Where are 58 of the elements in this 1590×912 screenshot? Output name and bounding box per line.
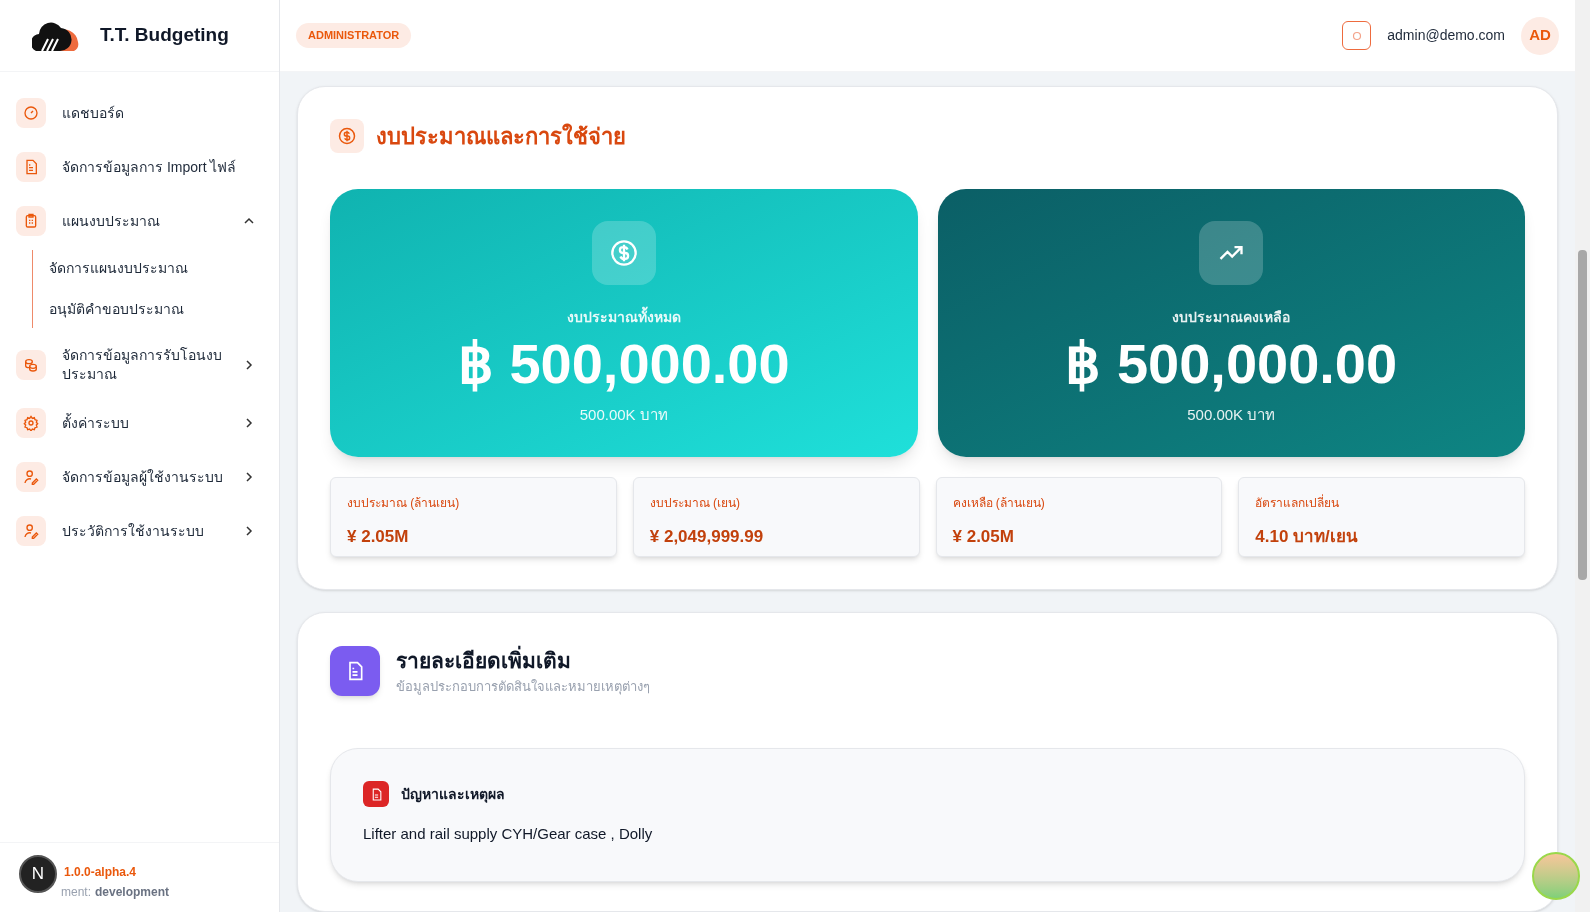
sidebar-label: ประวัติการใช้งานระบบ (62, 521, 205, 541)
section-title: รายละเอียดเพิ่มเติม (396, 645, 650, 677)
environment-label: ment: (61, 884, 91, 901)
app-name: T.T. Budgeting (100, 23, 229, 48)
document-icon (16, 152, 46, 182)
coins-icon (16, 350, 46, 380)
settings-icon (16, 408, 46, 438)
card-subamount: 500.00K บาท (579, 405, 668, 425)
sidebar-item[interactable]: แดชบอร์ด (16, 92, 263, 134)
document-icon (330, 645, 380, 696)
dollar-icon (591, 221, 656, 285)
sidebar-label: ตั้งค่าระบบ (62, 413, 130, 433)
scrollbar[interactable] (1575, 0, 1590, 912)
trend-up-icon (1199, 221, 1264, 285)
notification-button[interactable] (1342, 21, 1372, 50)
gauge-icon (16, 98, 46, 128)
card-subamount: 500.00K บาท (1187, 405, 1276, 425)
user-edit-icon (16, 516, 46, 546)
stat-value: ¥ 2,049,999.99 (649, 526, 765, 548)
sidebar-label: แผนงบประมาณ (62, 211, 161, 231)
sidebar-label: จัดการข้อมูลผู้ใช้งานระบบ (62, 467, 224, 487)
user-email: admin@demo.com (1387, 26, 1505, 45)
card-amount: ฿ 500,000.00 (457, 332, 790, 396)
submenu-item[interactable]: จัดการแผนงบประมาณ (49, 258, 263, 279)
card-label: งบประมาณคงเหลือ (1172, 308, 1291, 327)
scrollbar-thumb[interactable] (1578, 250, 1587, 580)
role-badge: ADMINISTRATOR (296, 23, 412, 48)
environment-value: development (95, 884, 170, 901)
sidebar-label: จัดการข้อมูลการ Import ไฟล์ (62, 157, 238, 177)
stat-label: งบประมาณ (เยน) (649, 495, 742, 512)
dot-icon (1351, 30, 1362, 41)
sidebar-item[interactable]: ตั้งค่าระบบ (16, 402, 263, 444)
dollar-icon (330, 119, 364, 153)
submenu-item[interactable]: อนุมัติคำขอบประมาณ (49, 299, 263, 320)
version-value: 1.0.0-alpha.4 (64, 864, 137, 881)
sidebar-label: จัดการข้อมูลการรับโอนงบประมาณ (62, 346, 223, 384)
clipboard-icon (16, 206, 46, 236)
section-subtitle: ข้อมูลประกอบการตัดสินใจและหมายเหตุต่างๆ (396, 677, 650, 696)
sidebar-item[interactable]: จัดการข้อมูลการ Import ไฟล์ (16, 146, 263, 188)
section-title: งบประมาณและการใช้จ่าย (376, 122, 626, 151)
note-title: ปัญหาและเหตุผล (401, 784, 505, 805)
sidebar-item[interactable]: จัดการข้อมูลผู้ใช้งานระบบ (16, 456, 263, 498)
dev-tools-button[interactable]: N (19, 855, 57, 893)
sidebar-item[interactable]: จัดการข้อมูลการรับโอนงบประมาณ (16, 340, 263, 390)
user-edit-icon (16, 462, 46, 492)
card-label: งบประมาณทั้งหมด (566, 307, 681, 328)
stat-value: ¥ 2.05M (952, 526, 1015, 548)
sidebar-label: แดชบอร์ด (62, 103, 125, 123)
sidebar-item[interactable]: แผนงบประมาณ (16, 200, 263, 242)
stat-label: งบประมาณ (ล้านเยน) (347, 495, 461, 512)
stat-label: คงเหลือ (ล้านเยน) (952, 495, 1046, 512)
stat-value: 4.10 บาท/เยน (1255, 526, 1359, 548)
note-text: Lifter and rail supply CYH/Gear case , Dolly (363, 824, 654, 844)
stat-value: ¥ 2.05M (347, 526, 410, 548)
card-amount: ฿ 500,000.00 (1065, 332, 1398, 396)
sidebar-item[interactable]: ประวัติการใช้งานระบบ (16, 510, 263, 552)
stat-label: อัตราแลกเปลี่ยน (1255, 494, 1341, 512)
document-icon (363, 781, 389, 807)
